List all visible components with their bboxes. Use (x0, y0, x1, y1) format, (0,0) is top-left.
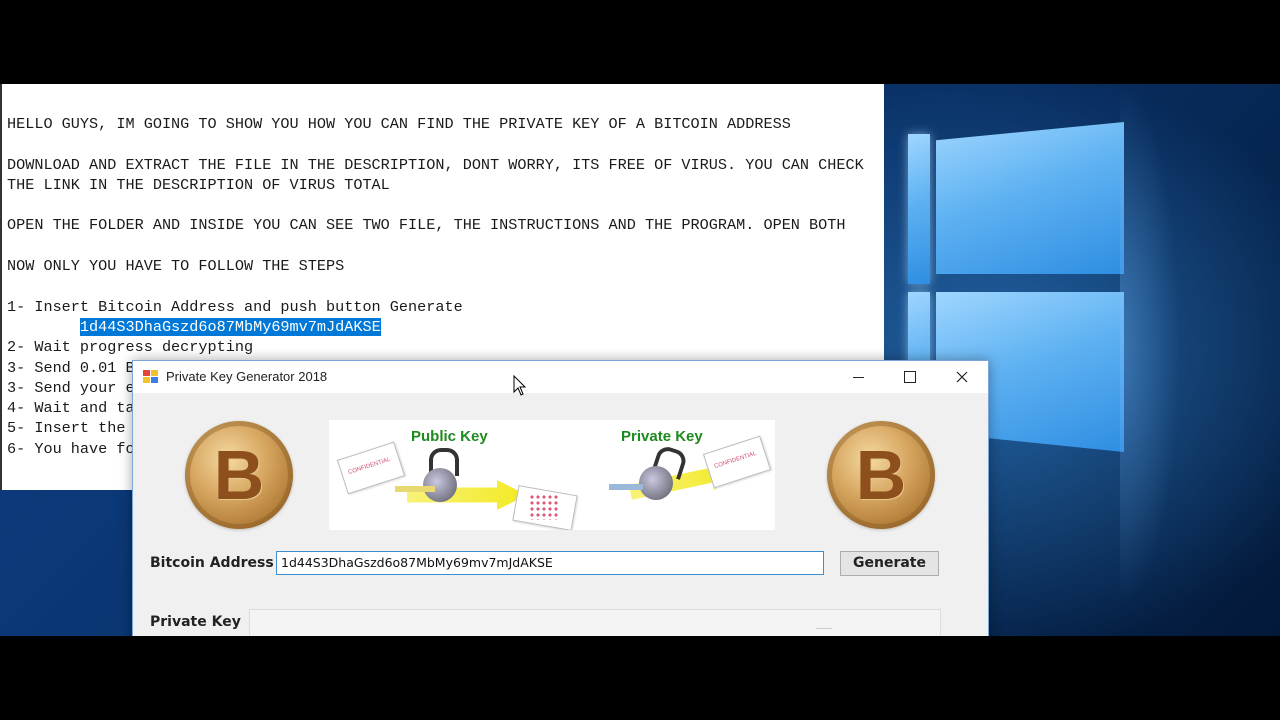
bitcoin-address-label: Bitcoin Address (150, 555, 274, 571)
step-line: 3- Send your e (7, 378, 135, 397)
text-line: OPEN THE FOLDER AND INSIDE YOU CAN SEE T… (7, 216, 846, 235)
text-line: NOW ONLY YOU HAVE TO FOLLOW THE STEPS (7, 257, 345, 276)
screen: HELLO GUYS, IM GOING TO SHOW YOU HOW YOU… (0, 84, 1280, 636)
minimize-icon (852, 376, 864, 378)
maximize-icon (904, 371, 916, 383)
padlock-icon (423, 468, 457, 502)
window-title: Private Key Generator 2018 (166, 369, 328, 384)
public-key-banner-label: Public Key (411, 428, 488, 445)
close-button[interactable] (939, 361, 985, 393)
title-bar[interactable]: Private Key Generator 2018 (133, 361, 988, 393)
step-line: 1- Insert Bitcoin Address and push butto… (7, 297, 463, 316)
text-line: HELLO GUYS, IM GOING TO SHOW YOU HOW YOU… (7, 115, 791, 133)
light-beam (1120, 84, 1280, 636)
maximize-button[interactable] (887, 361, 933, 393)
step-line: 2- Wait progress decrypting (7, 338, 254, 357)
silver-key-icon (609, 484, 643, 490)
bitcoin-icon: B (213, 436, 265, 514)
mouse-cursor-icon (513, 375, 527, 396)
close-icon (956, 371, 968, 383)
minimize-button[interactable] (835, 361, 881, 393)
app-icon (143, 370, 159, 384)
private-key-generator-window: Private Key Generator 2018 B Public Key … (132, 360, 989, 636)
padlock-icon (639, 466, 673, 500)
text-line: THE LINK IN THE DESCRIPTION OF VIRUS TOT… (7, 175, 390, 194)
step-line: 6- You have fo (7, 439, 135, 458)
bitcoin-icon: B (855, 436, 907, 514)
private-key-banner-label: Private Key (621, 428, 703, 445)
step-line: 4- Wait and ta (7, 399, 135, 418)
step-line: 5- Insert the (7, 419, 126, 438)
bitcoin-coin-image-right: B (827, 421, 935, 529)
step-line: 3- Send 0.01 B (7, 358, 135, 377)
generate-button[interactable]: Generate (840, 551, 939, 576)
gold-key-icon (395, 486, 435, 492)
bitcoin-address-input[interactable]: 1d44S3DhaGszd6o87MbMy69mv7mJdAKSE (276, 551, 824, 575)
private-key-output-field[interactable] (249, 609, 941, 636)
selected-address-text[interactable]: 1d44S3DhaGszd6o87MbMy69mv7mJdAKSE (79, 317, 381, 336)
public-private-key-banner: Public Key Private Key CONFIDENTIAL CONF… (329, 420, 775, 530)
confidential-document-icon: CONFIDENTIAL (702, 435, 772, 489)
private-key-label: Private Key (150, 614, 241, 630)
bitcoin-coin-image-left: B (185, 421, 293, 529)
text-line: DOWNLOAD AND EXTRACT THE FILE IN THE DES… (7, 155, 864, 174)
